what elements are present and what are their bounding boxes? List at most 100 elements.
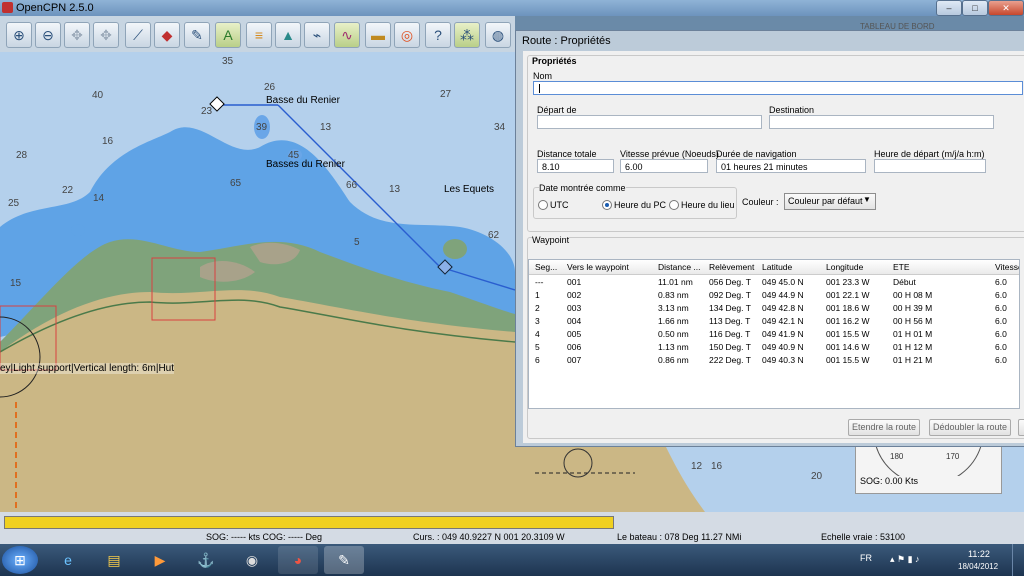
title-bar: OpenCPN 2.5.0 – □ ✕ xyxy=(0,0,1024,16)
lifebuoy-icon[interactable]: ◎ xyxy=(394,22,420,48)
table-cell: 1.66 nm xyxy=(658,316,689,326)
sounding: 26 xyxy=(264,82,276,93)
radio-utc-label[interactable]: UTC xyxy=(550,200,569,210)
media-icon[interactable]: ▶ xyxy=(140,546,180,574)
table-cell: 049 42.8 N xyxy=(762,303,804,313)
tray-icons[interactable]: ▴ ⚑ ▮ ♪ xyxy=(890,554,920,565)
sounding: 28 xyxy=(16,150,28,161)
ie-icon[interactable]: e xyxy=(48,546,88,574)
window-title: OpenCPN 2.5.0 xyxy=(16,2,94,14)
col-header[interactable]: Vitesse xyxy=(995,260,1019,274)
table-cell: 0.50 nm xyxy=(658,329,689,339)
radio-pc-time-label[interactable]: Heure du PC xyxy=(614,200,666,210)
more-button[interactable] xyxy=(1018,419,1024,436)
col-header[interactable]: ETE xyxy=(893,260,910,274)
zoom-in-icon[interactable]: ⊕ xyxy=(6,22,32,48)
destination-input[interactable] xyxy=(769,115,994,129)
distance-field[interactable]: 8.10 xyxy=(537,159,614,173)
extend-route-button[interactable]: Etendre la route xyxy=(848,419,920,436)
color-select-value: Couleur par défaut xyxy=(788,196,863,206)
color-select[interactable]: Couleur par défaut ▼ xyxy=(784,193,876,210)
sounding: 14 xyxy=(93,193,105,204)
depart-label: Départ de xyxy=(537,105,577,115)
progress-fill xyxy=(5,517,613,528)
table-cell: 049 40.3 N xyxy=(762,355,804,365)
duration-field[interactable]: 01 heures 21 minutes xyxy=(716,159,866,173)
doc-icon[interactable]: ✎ xyxy=(324,546,364,574)
chart-canvas[interactable]: 35 40 26 27 34 23 39 13 16 28 45 22 14 2… xyxy=(0,52,515,512)
waypoint-table[interactable]: Seg... Vers le waypoint Distance ... Rel… xyxy=(528,259,1020,409)
table-cell: 6 xyxy=(535,355,540,365)
col-header[interactable]: Seg... xyxy=(535,260,557,274)
chart-right-strip: 12 16 20 180 170 SOG: 0.00 Kts xyxy=(515,445,1024,512)
table-row[interactable]: 2 003 3.13 nm 134 Deg. T 049 42.8 N 001 18.6 … xyxy=(529,302,1019,315)
boat-icon[interactable]: ◆ xyxy=(154,22,180,48)
opencpn-icon[interactable]: ⚓ xyxy=(186,546,226,574)
tide-icon[interactable]: ∿ xyxy=(334,22,360,48)
radio-pc-time[interactable] xyxy=(602,200,612,210)
col-header[interactable]: Distance ... xyxy=(658,260,701,274)
route-name-input[interactable] xyxy=(533,81,1023,95)
help-icon[interactable]: ? xyxy=(425,22,451,48)
col-header[interactable]: Relèvement xyxy=(709,260,754,274)
radio-utc[interactable] xyxy=(538,200,548,210)
table-row[interactable]: 3 004 1.66 nm 113 Deg. T 049 42.1 N 001 16.2 … xyxy=(529,315,1019,328)
col-header[interactable]: Vers le waypoint xyxy=(567,260,629,274)
minimize-button[interactable]: – xyxy=(936,0,962,16)
zoom-out-icon[interactable]: ⊖ xyxy=(35,22,61,48)
table-cell: 5 xyxy=(535,342,540,352)
table-cell: 4 xyxy=(535,329,540,339)
speed-input[interactable]: 6.00 xyxy=(620,159,708,173)
radio-local-time[interactable] xyxy=(669,200,679,210)
col-header[interactable]: Longitude xyxy=(826,260,863,274)
table-row[interactable]: 5 006 1.13 nm 150 Deg. T 049 40.9 N 001 14.6 … xyxy=(529,341,1019,354)
route-icon[interactable]: ⟋ xyxy=(125,22,151,48)
disc-icon[interactable]: ◉ xyxy=(232,546,272,574)
clock-date[interactable]: 18/04/2012 xyxy=(958,562,998,571)
start-orb-icon[interactable]: ⊞ xyxy=(2,546,38,574)
layers-icon[interactable]: ≡ xyxy=(246,22,272,48)
table-cell: 6.0 xyxy=(995,342,1007,352)
table-row[interactable]: --- 001 11.01 nm 056 Deg. T 049 45.0 N 001 23… xyxy=(529,276,1019,289)
language-indicator[interactable]: FR xyxy=(860,553,872,563)
table-cell: 134 Deg. T xyxy=(709,303,751,313)
table-row[interactable]: 4 005 0.50 nm 116 Deg. T 049 41.9 N 001 15.5 … xyxy=(529,328,1019,341)
table-row[interactable]: 6 007 0.86 nm 222 Deg. T 049 40.3 N 001 15.5 … xyxy=(529,354,1019,367)
col-header[interactable]: Latitude xyxy=(762,260,792,274)
table-row[interactable]: 1 002 0.83 nm 092 Deg. T 049 44.9 N 001 22.1 … xyxy=(529,289,1019,302)
show-desktop-button[interactable] xyxy=(1012,544,1024,576)
chart-map xyxy=(0,52,515,512)
ais-icon[interactable]: ⁂ xyxy=(454,22,480,48)
graph-icon[interactable]: ⌁ xyxy=(304,22,330,48)
properties-group-title: Propriétés xyxy=(532,56,577,66)
tools-icon[interactable]: ✎ xyxy=(184,22,210,48)
globe-icon[interactable]: ◍ xyxy=(485,22,511,48)
sog-readout: SOG: 0.00 Kts xyxy=(860,476,919,486)
clock-time[interactable]: 11:22 xyxy=(968,549,990,559)
scale-out-icon[interactable]: ✥ xyxy=(93,22,119,48)
scale-in-icon[interactable]: ✥ xyxy=(64,22,90,48)
radio-local-time-label[interactable]: Heure du lieu xyxy=(681,200,735,210)
label-basse-renier: Basse du Renier xyxy=(266,95,340,106)
text-icon[interactable]: A xyxy=(215,22,241,48)
table-cell: 001 23.3 W xyxy=(826,277,870,287)
start-time-label: Heure de départ (m/j/a h:m) xyxy=(874,149,985,159)
split-route-button[interactable]: Dédoubler la route xyxy=(929,419,1011,436)
depart-input[interactable] xyxy=(537,115,762,129)
chart-icon[interactable]: ▲ xyxy=(275,22,301,48)
explorer-icon[interactable]: ▤ xyxy=(94,546,134,574)
table-cell: 006 xyxy=(567,342,582,352)
sounding: 16 xyxy=(102,136,114,147)
color-icon[interactable]: ▬ xyxy=(365,22,391,48)
table-cell: 005 xyxy=(567,329,582,339)
table-cell: 049 45.0 N xyxy=(762,277,804,287)
close-button[interactable]: ✕ xyxy=(988,0,1024,16)
start-time-input[interactable] xyxy=(874,159,986,173)
cursor-position-status: Curs. : 049 40.9227 N 001 20.3109 W xyxy=(413,532,565,542)
chrome-icon[interactable]: ◕ xyxy=(278,546,318,574)
destination-label: Destination xyxy=(769,105,815,115)
maximize-button[interactable]: □ xyxy=(962,0,988,16)
table-cell: 049 42.1 N xyxy=(762,316,804,326)
sounding: 22 xyxy=(62,185,74,196)
table-cell: 007 xyxy=(567,355,582,365)
